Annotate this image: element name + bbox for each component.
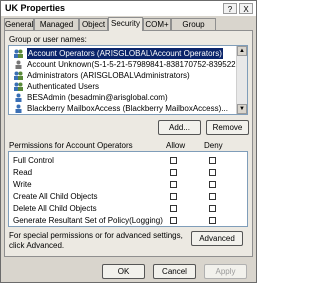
- permissions-label: Permissions for Account Operators: [9, 141, 133, 150]
- list-item-label: BESAdmin (besadmin@arisglobal.com): [27, 93, 168, 102]
- list-item-label: Account Operators (ARISGLOBAL\Account Op…: [27, 48, 223, 59]
- special-note-line2: click Advanced.: [9, 241, 65, 250]
- group-names-label: Group or user names:: [9, 35, 87, 44]
- permission-row: Delete All Child Objects: [9, 203, 237, 214]
- deny-checkbox[interactable]: [209, 181, 216, 188]
- cancel-button[interactable]: Cancel: [153, 264, 196, 279]
- list-item[interactable]: Authenticated Users: [9, 81, 237, 92]
- group-icon: [14, 71, 23, 80]
- permissions-list: Full Control Read Write Create All Child…: [8, 151, 248, 227]
- deny-checkbox[interactable]: [209, 157, 216, 164]
- permission-row: Create All Child Objects: [9, 191, 237, 202]
- scroll-down-icon[interactable]: ▼: [237, 104, 247, 114]
- advanced-button[interactable]: Advanced: [191, 231, 243, 246]
- permission-label: Write: [13, 180, 32, 189]
- list-item[interactable]: Account Operators (ARISGLOBAL\Account Op…: [9, 48, 237, 59]
- help-button[interactable]: ?: [223, 3, 237, 14]
- properties-dialog: UK Properties ? X General Managed By Obj…: [0, 0, 257, 283]
- deny-checkbox[interactable]: [209, 217, 216, 224]
- allow-checkbox[interactable]: [170, 217, 177, 224]
- title-bar: UK Properties ? X: [1, 1, 256, 16]
- allow-column-header: Allow: [166, 141, 186, 150]
- user-icon: [15, 104, 22, 113]
- list-item-label: Blackberry MailboxAccess (Blackberry Mai…: [27, 104, 228, 113]
- remove-button[interactable]: Remove: [206, 120, 249, 135]
- allow-checkbox[interactable]: [170, 169, 177, 176]
- list-item[interactable]: Blackberry MailboxAccess (Blackberry Mai…: [9, 103, 237, 114]
- tab-managed-by[interactable]: Managed By: [34, 18, 79, 41]
- permission-label: Delete All Child Objects: [13, 204, 97, 213]
- apply-button[interactable]: Apply: [204, 264, 247, 279]
- list-item-label: Account Unknown(S-1-5-21-57989841-838170…: [27, 60, 248, 69]
- tab-group-policy[interactable]: Group Policy: [171, 18, 216, 41]
- window-title: UK Properties: [5, 3, 66, 13]
- group-icon: [14, 49, 23, 58]
- tab-strip: General Managed By Object Security COM+ …: [4, 17, 254, 41]
- permission-row: Write: [9, 179, 237, 190]
- list-item-label: Administrators (ARISGLOBAL\Administrator…: [27, 71, 190, 80]
- permission-row: Read: [9, 167, 237, 178]
- tab-general[interactable]: General: [4, 18, 34, 30]
- list-item[interactable]: Account Unknown(S-1-5-21-57989841-838170…: [9, 59, 247, 70]
- close-button[interactable]: X: [239, 3, 253, 14]
- list-item-label: Authenticated Users: [27, 82, 100, 91]
- list-scrollbar[interactable]: ▲ ▼: [236, 46, 247, 114]
- permission-row: Full Control: [9, 155, 237, 166]
- tab-object[interactable]: Object: [79, 18, 108, 30]
- allow-checkbox[interactable]: [170, 157, 177, 164]
- unknown-user-icon: [15, 60, 22, 69]
- permission-row: Generate Resultant Set of Policy(Logging…: [9, 215, 237, 226]
- special-note-line1: For special permissions or for advanced …: [9, 231, 183, 240]
- deny-checkbox[interactable]: [209, 193, 216, 200]
- scroll-up-icon[interactable]: ▲: [237, 46, 247, 56]
- permission-label: Create All Child Objects: [13, 192, 98, 201]
- group-user-list[interactable]: Account Operators (ARISGLOBAL\Account Op…: [8, 45, 248, 115]
- allow-checkbox[interactable]: [170, 193, 177, 200]
- tab-security[interactable]: Security: [108, 17, 143, 31]
- user-icon: [15, 93, 22, 102]
- deny-checkbox[interactable]: [209, 169, 216, 176]
- permission-label: Full Control: [13, 156, 54, 165]
- add-button[interactable]: Add...: [158, 120, 201, 135]
- permission-label: Read: [13, 168, 33, 177]
- group-icon: [14, 82, 23, 91]
- tab-com-plus[interactable]: COM+: [143, 18, 171, 30]
- ok-button[interactable]: OK: [102, 264, 145, 279]
- allow-checkbox[interactable]: [170, 205, 177, 212]
- list-item[interactable]: BESAdmin (besadmin@arisglobal.com): [9, 92, 237, 103]
- permission-label: Generate Resultant Set of Policy(Logging…: [13, 216, 163, 225]
- deny-column-header: Deny: [204, 141, 223, 150]
- deny-checkbox[interactable]: [209, 205, 216, 212]
- list-item[interactable]: Administrators (ARISGLOBAL\Administrator…: [9, 70, 237, 81]
- allow-checkbox[interactable]: [170, 181, 177, 188]
